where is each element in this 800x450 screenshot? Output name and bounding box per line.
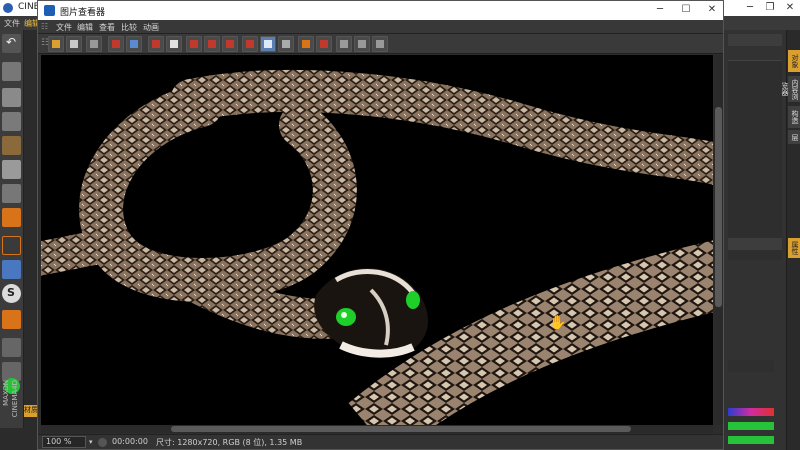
magnet-icon[interactable] [2,310,21,329]
horizontal-scrollbar[interactable] [41,425,713,433]
maxon-logo-text: MAXON [2,380,10,406]
snake-render-image: ✋ [41,55,713,425]
mouse-icon[interactable] [2,260,21,279]
tab-structure[interactable]: 构造 [788,106,800,128]
zoom-arrow-icon[interactable]: ▾ [89,438,93,446]
save-file-icon[interactable] [66,36,82,52]
viewer-menu-view[interactable]: 查看 [99,22,115,33]
viewer-title-bar: 图片查看器 ─ ☐ ✕ [38,1,723,20]
viewer-toolbar: ☷ [38,34,723,54]
picture-viewer-window: 图片查看器 ─ ☐ ✕ ☷ 文件 编辑 查看 比较 动画 ☷ ✋ 100 % ▾… [37,0,724,450]
edge-cube-icon[interactable] [2,160,21,179]
c4d-right-panel [724,30,786,450]
point-cube-icon[interactable] [2,184,21,203]
c4d-left-toolbar: ↶ S [0,30,24,428]
split-view-icon[interactable] [336,36,352,52]
cinema4d-logo-text: CINEMA4D [11,380,19,418]
attribute-manager-toolbar [728,238,782,250]
horizontal-scroll-thumb[interactable] [171,426,631,432]
render-settings-icon[interactable] [166,36,182,52]
region-select-icon[interactable] [204,36,220,52]
snap-icon[interactable]: S [2,284,21,303]
open-file-icon[interactable] [48,36,64,52]
viewer-menu-edit[interactable]: 编辑 [77,22,93,33]
tab-objects[interactable]: 对象 [788,50,800,72]
compare-b-icon[interactable] [316,36,332,52]
stop-render-icon[interactable] [148,36,164,52]
cinema4d-logo-icon [3,3,13,13]
tab-content-browser[interactable]: 内容浏览器 [781,76,800,102]
vertical-scroll-thumb[interactable] [715,107,722,307]
material-tab[interactable]: 材质 [24,405,38,417]
snapshot-icon[interactable] [222,36,238,52]
grid-view-icon[interactable] [86,36,102,52]
image-canvas[interactable]: ✋ [41,55,713,425]
channel-select-icon[interactable] [260,36,276,52]
split-horizontal-icon[interactable] [354,36,370,52]
checker-cube-icon[interactable] [2,112,21,131]
cube-icon[interactable] [2,88,21,107]
model-cube-icon[interactable] [2,208,21,227]
grid-icon[interactable] [2,338,21,357]
green-value-bar[interactable] [728,436,774,444]
green-slider-bar[interactable] [728,422,774,430]
ab-swap-icon[interactable] [278,36,294,52]
tab-attributes[interactable]: 属性 [788,238,800,258]
c4d-menu-file[interactable]: 文件 [4,18,20,29]
viewer-menu-compare[interactable]: 比较 [121,22,137,33]
viewer-close-button[interactable]: ✕ [702,3,722,17]
render-active-icon[interactable] [126,36,142,52]
c4d-restore-button[interactable]: ❐ [760,1,780,15]
play-button[interactable] [98,438,107,447]
snake-right-eye [406,291,420,309]
image-info: 尺寸: 1280x720, RGB (8 位), 1.35 MB [156,438,303,447]
maxon-brand: MAXON CINEMA4D [0,380,22,426]
compare-a-icon[interactable] [298,36,314,52]
select-tool-icon[interactable] [2,62,21,81]
c4d-close-button[interactable]: ✕ [780,1,800,15]
viewer-maximize-button[interactable]: ☐ [676,3,696,17]
difference-icon[interactable] [372,36,388,52]
zoom-dropdown[interactable]: 100 % [42,436,86,448]
viewer-menu-animation[interactable]: 动画 [143,22,159,33]
timecode: 00:00:00 [112,437,148,446]
zoom-value: 100 % [46,437,72,446]
menu-grip-icon: ☷ [41,22,49,31]
region-red-icon[interactable] [186,36,202,52]
c4d-right-tab-strip: 对象 内容浏览器 构造 层 属性 [781,30,800,450]
color-spectrum-bar[interactable] [728,408,774,416]
c4d-minimize-button[interactable]: ─ [740,1,760,15]
undo-icon[interactable]: ↶ [2,34,21,53]
picture-viewer-icon [44,5,55,16]
viewer-status-bar: 100 % ▾ 00:00:00 尺寸: 1280x720, RGB (8 位)… [38,434,723,449]
viewer-window-title: 图片查看器 [60,8,106,18]
viewer-menu-bar: ☷ 文件 编辑 查看 比较 动画 [38,20,723,34]
hand-cursor-icon: ✋ [549,314,566,331]
vertical-scrollbar[interactable] [714,55,723,425]
viewer-menu-file[interactable]: 文件 [56,22,72,33]
viewer-minimize-button[interactable]: ─ [650,3,670,17]
object-manager-list [728,60,782,260]
material-preview-strip [728,360,774,372]
polygon-cube-icon[interactable] [2,136,21,155]
axis-icon[interactable] [2,236,21,255]
object-manager-toolbar [728,34,782,46]
render-region-icon[interactable] [108,36,124,52]
ab-compare-icon[interactable] [242,36,258,52]
tab-layers[interactable]: 层 [788,130,800,144]
